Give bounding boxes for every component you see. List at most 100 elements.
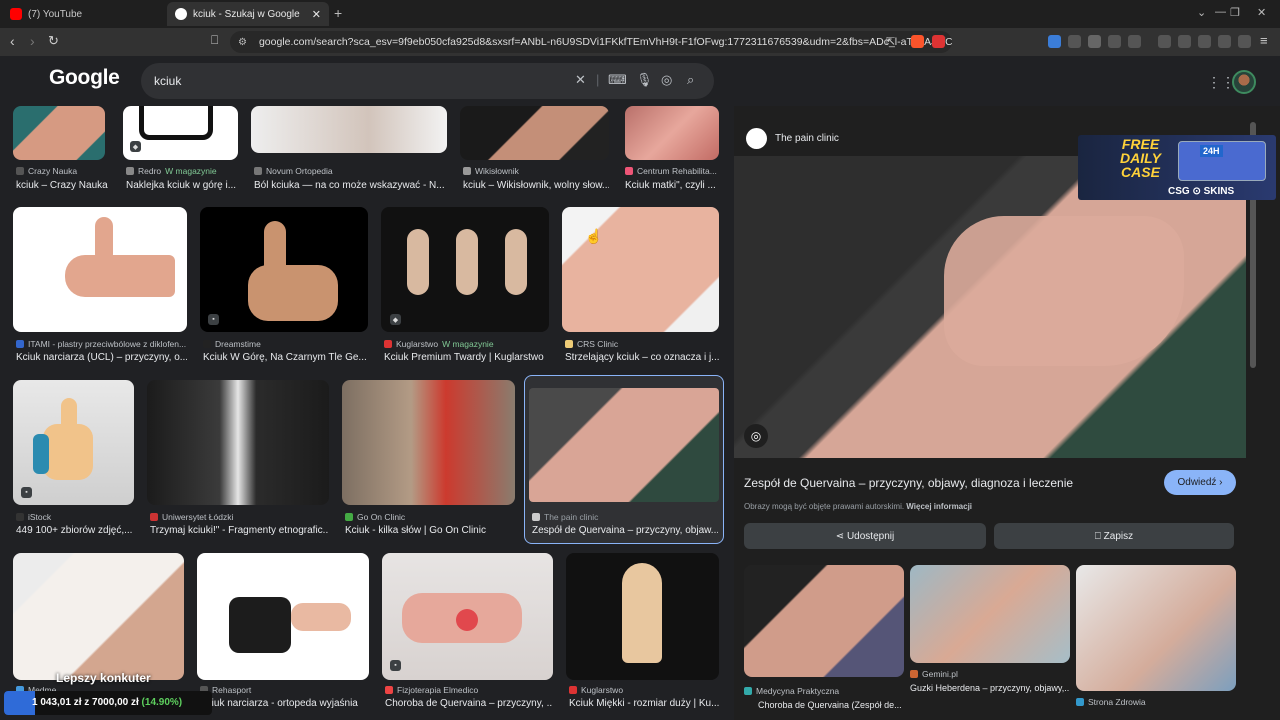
image-source[interactable]: Kuglarstwo W magazynie	[384, 339, 494, 349]
new-tab-button[interactable]: +	[334, 5, 342, 21]
more-info-link[interactable]: Więcej informacji	[906, 502, 972, 511]
panel-title[interactable]: Zespół de Quervaina – przyczyny, objawy,…	[744, 476, 1073, 490]
image-thumbnail[interactable]	[123, 106, 238, 160]
image-caption[interactable]: Kciuk narciarza - ortopeda wyjaśnia	[200, 698, 369, 709]
image-caption[interactable]: Kciuk W Górę, Na Czarnym Tle Ge...	[203, 352, 368, 363]
image-thumbnail[interactable]	[200, 207, 368, 332]
google-logo[interactable]: Google	[49, 66, 120, 90]
image-caption[interactable]: Naklejka kciuk w górę i...	[126, 180, 238, 191]
extension-icon[interactable]	[1128, 35, 1141, 48]
image-thumbnail[interactable]	[197, 553, 369, 680]
maximize-button[interactable]: ❐	[1230, 6, 1240, 19]
menu-icon[interactable]: ≡	[1260, 33, 1268, 48]
image-caption[interactable]: kciuk – Crazy Nauka	[16, 180, 116, 191]
forward-button[interactable]: ›	[30, 33, 35, 49]
avatar[interactable]	[1232, 70, 1256, 94]
image-thumbnail[interactable]	[566, 553, 719, 680]
image-source[interactable]: Go On Clinic	[345, 512, 405, 522]
image-thumbnail[interactable]	[147, 380, 329, 505]
reload-button[interactable]: ↻	[48, 33, 59, 49]
lens-search-icon[interactable]: ◎	[744, 424, 768, 448]
image-thumbnail[interactable]	[342, 380, 515, 505]
bookmark-icon[interactable]: ⎕	[211, 33, 218, 48]
leo-icon[interactable]	[1218, 35, 1231, 48]
extension-icon[interactable]	[1048, 35, 1061, 48]
preview-image[interactable]: ◎	[734, 156, 1246, 458]
panel-source[interactable]: The pain clinic	[775, 133, 839, 144]
related-source[interactable]: Medycyna Praktyczna	[744, 686, 839, 696]
image-source[interactable]: Uniwersytet Łódzki	[150, 512, 233, 522]
image-source[interactable]: Novum Ortopedia	[254, 166, 333, 176]
image-source[interactable]: Wikisłownik	[463, 166, 519, 176]
image-caption[interactable]: Trzymaj kciuki!" - Fragmenty etnografic.…	[150, 525, 329, 536]
image-thumbnail[interactable]	[13, 106, 105, 160]
wallet-icon[interactable]	[1198, 35, 1211, 48]
image-source[interactable]: The pain clinic	[532, 512, 598, 522]
image-caption[interactable]: Choroba de Quervaina – przyczyny, ...	[385, 698, 553, 709]
download-icon[interactable]	[1158, 35, 1171, 48]
rewards-icon[interactable]	[932, 35, 945, 48]
keyboard-icon[interactable]: ⌨	[608, 72, 627, 88]
minimize-button[interactable]: —	[1215, 6, 1226, 18]
image-thumbnail[interactable]	[382, 553, 553, 680]
extension-icon[interactable]	[1068, 35, 1081, 48]
image-source[interactable]: Kuglarstwo	[569, 685, 623, 695]
image-caption[interactable]: Strzelający kciuk – co oznacza i j...	[565, 352, 719, 363]
save-button[interactable]: ⎕ Zapisz	[994, 523, 1234, 549]
image-source[interactable]: Redro W magazynie	[126, 166, 217, 176]
image-caption[interactable]: Kciuk - kilka słów | Go On Clinic	[345, 525, 515, 536]
apps-grid-icon[interactable]: ⋮⋮	[1207, 74, 1235, 91]
site-info-icon[interactable]: ⚙	[238, 37, 247, 48]
image-source[interactable]: iStock	[16, 512, 51, 522]
share-button[interactable]: ⋖ Udostępnij	[744, 523, 986, 549]
search-input[interactable]: kciuk	[154, 74, 181, 88]
related-caption[interactable]: Choroba de Quervaina (Zespół de...	[758, 700, 904, 710]
image-source[interactable]: CRS Clinic	[565, 339, 618, 349]
lens-icon[interactable]: ◎	[661, 72, 672, 88]
image-caption[interactable]: Kciuk narciarza (UCL) – przyczyny, o...	[16, 352, 187, 363]
related-thumbnail[interactable]	[910, 565, 1070, 663]
image-caption[interactable]: Kciuk Miękki - rozmiar duży | Ku...	[569, 698, 719, 709]
image-thumbnail[interactable]	[460, 106, 609, 160]
image-thumbnail[interactable]	[251, 106, 447, 153]
image-caption[interactable]: 449 100+ zbiorów zdjęć,...	[16, 525, 134, 536]
image-caption[interactable]: Zespół de Quervaina – przyczyny, objaw..…	[532, 525, 718, 536]
ad-banner[interactable]: FREE DAILY CASE 24H CSG ⊙ SKINS	[1078, 135, 1276, 200]
visit-button[interactable]: Odwiedź ›	[1164, 470, 1236, 495]
image-caption[interactable]: Kciuk Premium Twardy | Kuglarstwo	[384, 352, 549, 363]
related-caption[interactable]: Guzki Heberdena – przyczyny, objawy,...	[910, 683, 1070, 693]
brave-shield-icon[interactable]	[911, 35, 924, 48]
address-bar[interactable]: ⚙ google.com/search?sca_esv=9f9eb050cfa9…	[230, 31, 952, 53]
vpn-icon[interactable]	[1238, 35, 1251, 48]
image-caption[interactable]: kciuk – Wikisłownik, wolny słow...	[463, 180, 609, 191]
related-source[interactable]: Gemini.pl	[910, 669, 958, 679]
extension-icon[interactable]	[1088, 35, 1101, 48]
image-thumbnail[interactable]	[13, 380, 134, 505]
image-source[interactable]: Centrum Rehabilita...	[625, 166, 717, 176]
chevron-down-icon[interactable]: ⌄	[1197, 6, 1206, 19]
sidebar-icon[interactable]	[1178, 35, 1191, 48]
clear-icon[interactable]: ✕	[575, 72, 586, 88]
image-source[interactable]: Fizjoterapia Elmedico	[385, 685, 478, 695]
puzzle-icon[interactable]	[1108, 35, 1121, 48]
image-source[interactable]: Crazy Nauka	[16, 166, 77, 176]
tab-close-icon[interactable]: ✕	[312, 8, 321, 21]
image-source[interactable]: ITAMI - plastry przeciwbólowe z diklofen…	[16, 339, 186, 349]
related-source[interactable]: Strona Zdrowia	[1076, 697, 1146, 707]
image-caption[interactable]: Kciuk matki", czyli ...	[625, 180, 719, 191]
tab-google-search[interactable]: kciuk - Szukaj w Google ✕	[167, 2, 329, 26]
search-icon[interactable]: ⌕	[687, 72, 694, 88]
image-thumbnail[interactable]	[562, 207, 719, 332]
image-thumbnail[interactable]	[625, 106, 719, 160]
image-thumbnail[interactable]	[13, 207, 187, 332]
image-source[interactable]: Dreamstime	[203, 339, 261, 349]
tab-youtube[interactable]: (7) YouTube	[2, 2, 167, 26]
image-caption[interactable]: Ból kciuka — na co może wskazywać - N...	[254, 180, 450, 191]
image-thumbnail[interactable]	[381, 207, 549, 332]
back-button[interactable]: ‹	[10, 33, 15, 49]
related-thumbnail[interactable]	[1076, 565, 1236, 691]
search-box[interactable]: kciuk ✕ | ⌨ 🎙 ◎ ⌕	[141, 63, 714, 99]
microphone-icon[interactable]: 🎙	[636, 72, 653, 88]
close-window-button[interactable]: ✕	[1257, 6, 1266, 19]
image-thumbnail[interactable]	[13, 553, 184, 680]
